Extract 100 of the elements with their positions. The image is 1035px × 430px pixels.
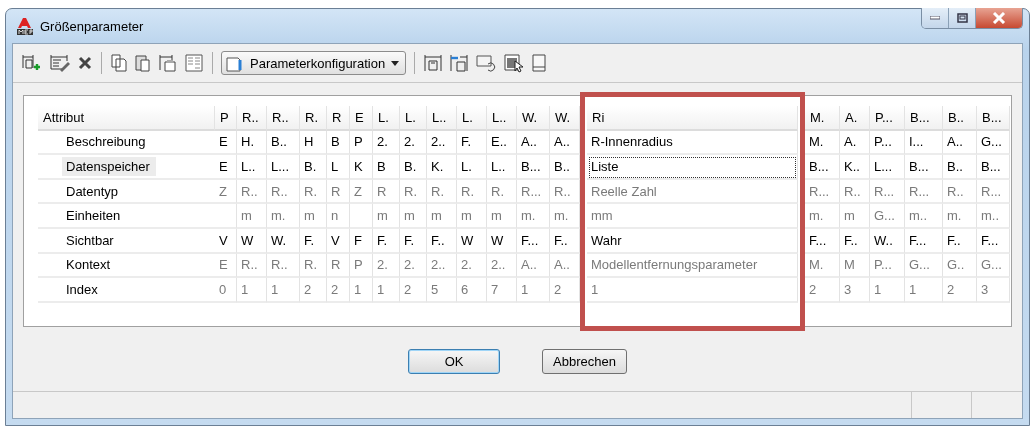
table-cell[interactable]: L <box>327 155 350 180</box>
table-cell[interactable]: 2. <box>400 130 427 156</box>
row-label[interactable]: Beschreibung <box>66 134 146 150</box>
paste-column-icon[interactable] <box>158 53 178 73</box>
table-cell[interactable]: K. <box>427 155 457 180</box>
edit-column-icon[interactable] <box>49 53 71 73</box>
minimize-button[interactable] <box>922 8 949 28</box>
table-cell[interactable]: B.. <box>267 130 300 156</box>
ok-button[interactable]: OK <box>408 349 501 374</box>
table-cell[interactable]: F... <box>517 228 550 254</box>
table-cell[interactable]: B. <box>300 155 327 180</box>
table-cell[interactable]: V <box>327 228 350 254</box>
column-header[interactable]: B.. <box>943 106 977 131</box>
table-cell[interactable]: A.. <box>550 130 580 156</box>
table-cell[interactable]: W <box>457 228 487 254</box>
close-button[interactable] <box>976 8 1022 28</box>
table-cell[interactable]: B <box>327 130 350 156</box>
table-cell[interactable]: R-Innenradius <box>587 130 798 156</box>
table-icon[interactable] <box>184 53 204 73</box>
table-cell[interactable]: B.. <box>943 155 977 180</box>
refresh-icon[interactable] <box>475 53 498 73</box>
table-cell[interactable]: F. <box>400 228 427 254</box>
table-cell[interactable]: V <box>215 228 237 254</box>
select-icon[interactable] <box>503 53 526 73</box>
table-cell[interactable]: E <box>215 155 237 180</box>
table-cell[interactable]: L.. <box>237 155 267 180</box>
column-header[interactable]: R.. <box>267 106 300 131</box>
configuration-dropdown[interactable]: Parameterkonfiguration <box>221 51 407 75</box>
column-header[interactable]: R.. <box>237 106 267 131</box>
table-cell[interactable]: F... <box>805 228 840 254</box>
table-cell[interactable]: 2.. <box>427 130 457 156</box>
table-cell[interactable]: I... <box>905 130 943 156</box>
maximize-button[interactable] <box>949 8 976 28</box>
column-header[interactable]: L.. <box>487 106 517 131</box>
table-cell[interactable]: P... <box>870 130 905 156</box>
table-cell[interactable]: E.. <box>487 130 517 156</box>
table-cell[interactable]: A.. <box>517 130 550 156</box>
row-label[interactable]: Datenspeicher <box>62 157 156 176</box>
column-header[interactable]: Attribut <box>38 106 215 131</box>
column-header[interactable]: E <box>350 106 373 131</box>
column-header[interactable]: L. <box>400 106 427 131</box>
copy-icon[interactable] <box>110 53 128 73</box>
column-header[interactable]: R. <box>300 106 327 131</box>
table-cell[interactable]: B... <box>805 155 840 180</box>
column-header[interactable]: M. <box>805 106 840 131</box>
column-header[interactable]: W. <box>517 106 550 131</box>
table-cell[interactable]: H. <box>237 130 267 156</box>
table-cell[interactable]: Wahr <box>587 228 798 254</box>
paste-icon[interactable] <box>134 53 152 73</box>
table-cell[interactable]: K <box>350 155 373 180</box>
cancel-button[interactable]: Abbrechen <box>542 349 627 374</box>
table-cell[interactable]: H <box>300 130 327 156</box>
table-cell[interactable]: B... <box>977 155 1010 180</box>
column-header[interactable]: L. <box>373 106 400 131</box>
table-cell[interactable]: L... <box>267 155 300 180</box>
table-cell[interactable]: W.. <box>870 228 905 254</box>
column-header[interactable]: B... <box>905 106 943 131</box>
table-cell[interactable]: B.. <box>550 155 580 180</box>
table-cell[interactable]: F. <box>457 130 487 156</box>
table-cell[interactable]: F.. <box>427 228 457 254</box>
table-cell[interactable]: B <box>373 155 400 180</box>
table-cell[interactable]: M. <box>805 130 840 156</box>
column-header[interactable]: L.. <box>427 106 457 131</box>
import-column-icon[interactable] <box>449 53 470 73</box>
table-cell[interactable]: W <box>237 228 267 254</box>
table-cell[interactable]: Liste <box>587 155 798 180</box>
column-header[interactable]: P... <box>870 106 905 131</box>
table-cell[interactable]: W. <box>267 228 300 254</box>
table-cell[interactable]: G... <box>977 130 1010 156</box>
column-header[interactable]: Ri <box>587 106 798 131</box>
column-header[interactable]: W. <box>550 106 580 131</box>
table-cell[interactable]: L.. <box>487 155 517 180</box>
export-column-icon[interactable] <box>423 53 444 73</box>
table-cell[interactable]: A.. <box>943 130 977 156</box>
table-cell[interactable]: K.. <box>840 155 870 180</box>
column-header[interactable]: R <box>327 106 350 131</box>
table-cell[interactable]: F.. <box>943 228 977 254</box>
table-cell[interactable]: L... <box>870 155 905 180</box>
table-cell[interactable]: F.. <box>550 228 580 254</box>
table-cell[interactable]: F <box>350 228 373 254</box>
column-header[interactable]: A. <box>840 106 870 131</box>
table-cell[interactable]: F. <box>373 228 400 254</box>
table-cell[interactable]: P <box>350 130 373 156</box>
column-header[interactable]: P <box>215 106 237 131</box>
table-cell[interactable]: B... <box>905 155 943 180</box>
table-cell[interactable]: F.. <box>840 228 870 254</box>
delete-icon[interactable] <box>77 55 93 71</box>
column-header[interactable]: L. <box>457 106 487 131</box>
table-cell[interactable]: E <box>215 130 237 156</box>
table-cell[interactable]: L. <box>457 155 487 180</box>
column-header[interactable]: B... <box>977 106 1010 131</box>
table-cell[interactable]: W <box>487 228 517 254</box>
row-label[interactable]: Sichtbar <box>66 232 114 248</box>
add-column-icon[interactable] <box>21 53 43 73</box>
table-cell[interactable]: B... <box>517 155 550 180</box>
table-cell[interactable]: F... <box>905 228 943 254</box>
table-cell[interactable]: A. <box>840 130 870 156</box>
book-icon[interactable] <box>531 53 548 73</box>
table-cell[interactable]: F. <box>300 228 327 254</box>
table-cell[interactable]: F... <box>977 228 1010 254</box>
